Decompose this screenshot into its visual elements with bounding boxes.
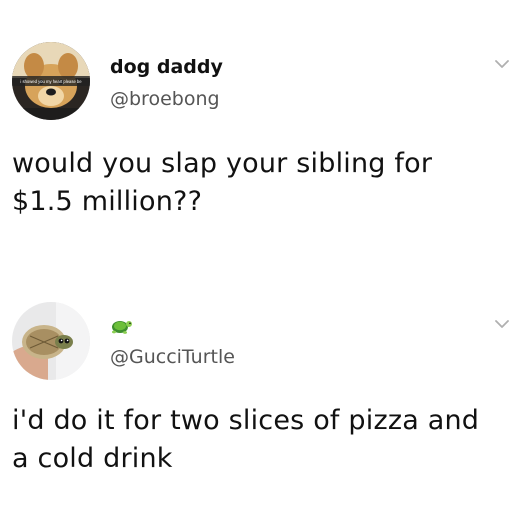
turtle-avatar-image xyxy=(12,302,90,380)
avatar[interactable]: i showed you my heart please be xyxy=(12,42,90,120)
tweet-text: would you slap your sibling for $1.5 mil… xyxy=(12,145,512,221)
avatar[interactable] xyxy=(12,302,90,380)
tweet-text: i'd do it for two slices of pizza and a … xyxy=(12,402,512,478)
user-handle[interactable]: @GucciTurtle xyxy=(110,346,235,368)
tweet-text-line: a cold drink xyxy=(12,443,173,474)
tweet-card: i showed you my heart please be dog dadd… xyxy=(0,0,522,255)
tweet-text-line: i'd do it for two slices of pizza and xyxy=(12,405,480,436)
dog-avatar-image: i showed you my heart please be xyxy=(12,42,90,120)
tweet-text-line: would you slap your sibling for xyxy=(12,148,433,179)
chevron-down-icon[interactable] xyxy=(494,56,510,72)
avatar-caption: i showed you my heart please be xyxy=(20,79,82,84)
turtle-emoji-icon xyxy=(112,321,132,334)
tweet-text-line: $1.5 million?? xyxy=(12,186,203,217)
display-name[interactable]: dog daddy xyxy=(110,56,223,78)
user-handle[interactable]: @broebong xyxy=(110,88,220,110)
chevron-down-icon[interactable] xyxy=(494,316,510,332)
tweet-card: @GucciTurtle i'd do it for two slices of… xyxy=(0,290,522,517)
